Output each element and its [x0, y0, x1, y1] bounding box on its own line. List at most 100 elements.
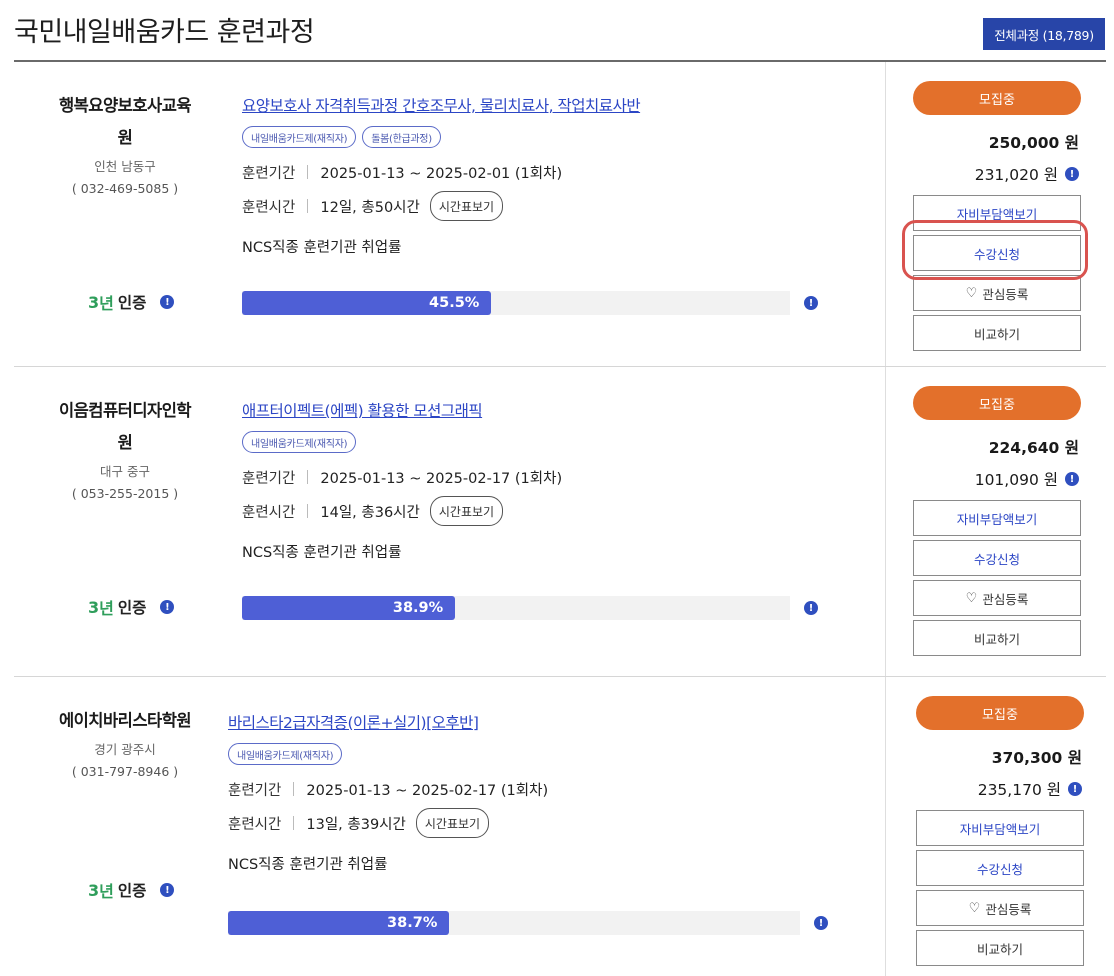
ncs-employment-label: NCS직종 훈련기관 취업률: [242, 240, 402, 256]
employment-rate-bar: 38.7%: [228, 911, 800, 935]
course-title-link[interactable]: 애프터이펙트(에펙) 활용한 모션그래픽: [242, 399, 562, 421]
divider: [293, 782, 295, 796]
ncs-employment-label: NCS직종 훈련기관 취업률: [242, 545, 402, 561]
training-period-row: 훈련기간 2025-01-13 ~ 2025-02-01 (1회차): [242, 162, 640, 182]
course-price: 224,640 원: [988, 439, 1079, 457]
period-value: 2025-01-13 ~ 2025-02-17 (1회차): [320, 470, 563, 487]
training-period-row: 훈련기간 2025-01-13 ~ 2025-02-17 (1회차): [242, 467, 562, 487]
status-recruiting-button[interactable]: 모집중: [913, 386, 1081, 420]
column-divider: [885, 62, 886, 366]
divider: [293, 816, 295, 830]
course-actions: 모집중 370,300 원 235,170 원 ! 자비부담액보기 수강신청 ♡…: [916, 696, 1084, 966]
info-icon[interactable]: !: [1065, 167, 1079, 181]
hours-label: 훈련시간: [242, 504, 296, 521]
column-divider: [885, 677, 886, 976]
compare-button[interactable]: 비교하기: [913, 315, 1081, 351]
info-icon[interactable]: !: [804, 296, 818, 310]
course-price: 370,300 원: [991, 749, 1082, 767]
course-price: 250,000 원: [988, 134, 1079, 152]
heart-icon: ♡: [965, 590, 978, 606]
self-pay-price: 231,020 원 !: [913, 163, 1081, 185]
divider: [307, 504, 309, 518]
institution-location: 대구 중구: [100, 464, 150, 479]
info-icon[interactable]: !: [160, 883, 175, 897]
cert-year: 년: [99, 599, 114, 618]
institution-location: 인천 남동구: [94, 159, 156, 174]
employment-rate-value: 38.7%: [387, 915, 438, 931]
divider: [307, 470, 309, 484]
course-tags: 내일배움카드제(재직자): [242, 431, 562, 453]
ncs-employment-label: NCS직종 훈련기관 취업률: [228, 857, 388, 873]
status-recruiting-button[interactable]: 모집중: [913, 81, 1081, 115]
self-pay-price: 101,090 원 !: [913, 468, 1081, 490]
apply-button[interactable]: 수강신청: [913, 235, 1081, 271]
self-pay-view-button[interactable]: 자비부담액보기: [916, 810, 1084, 846]
hours-label: 훈련시간: [242, 199, 296, 216]
self-pay-view-button[interactable]: 자비부담액보기: [913, 500, 1081, 536]
training-hours-row: 훈련시간 14일, 총36시간 시간표보기: [242, 496, 562, 526]
institution-name: 행복요양보호사교육 원: [40, 90, 210, 154]
info-icon[interactable]: !: [160, 600, 175, 614]
apply-button[interactable]: 수강신청: [913, 540, 1081, 576]
training-hours-row: 훈련시간 12일, 총50시간 시간표보기: [242, 191, 640, 221]
self-pay-view-button[interactable]: 자비부담액보기: [913, 195, 1081, 231]
total-courses-button[interactable]: 전체과정 (18,789): [983, 18, 1105, 50]
info-icon[interactable]: !: [160, 295, 175, 309]
cert-number: 3: [88, 597, 100, 617]
info-icon[interactable]: !: [804, 601, 818, 615]
info-icon[interactable]: !: [1068, 782, 1082, 796]
employment-rate-fill: 38.9%: [242, 596, 456, 620]
timetable-button[interactable]: 시간표보기: [415, 808, 490, 838]
favorite-button[interactable]: ♡ 관심등록: [913, 275, 1081, 311]
certification-badge: 3년 인증 !: [88, 595, 175, 619]
favorite-label: 관심등록: [982, 591, 1029, 607]
certification-badge: 3년 인증 !: [88, 290, 175, 314]
course-tags: 내일배움카드제(재직자) 돌봄(한급과정): [242, 126, 640, 148]
training-hours-row: 훈련시간 13일, 총39시간 시간표보기: [228, 808, 548, 838]
institution-location: 경기 광주시: [94, 742, 156, 757]
course-title-link[interactable]: 요양보호사 자격취득과정 간호조무사, 물리치료사, 작업치료사반: [242, 94, 641, 116]
institution-info: 이음컴퓨터디자인학 원 대구 중구 ( 053-255-2015 ): [40, 395, 210, 501]
self-pay-value: 101,090 원: [974, 471, 1058, 489]
period-label: 훈련기간: [242, 165, 296, 182]
course-card: 이음컴퓨터디자인학 원 대구 중구 ( 053-255-2015 ) 3년 인증…: [14, 367, 1106, 677]
self-pay-value: 235,170 원: [977, 781, 1061, 799]
heart-icon: ♡: [968, 900, 981, 916]
certification-badge: 3년 인증 !: [88, 878, 175, 902]
divider: [307, 199, 309, 213]
info-icon[interactable]: !: [814, 916, 828, 930]
info-icon[interactable]: !: [1065, 472, 1079, 486]
status-recruiting-button[interactable]: 모집중: [916, 696, 1084, 730]
course-tag: 내일배움카드제(재직자): [242, 126, 357, 148]
institution-phone: ( 032-469-5085 ): [71, 181, 179, 196]
timetable-button[interactable]: 시간표보기: [429, 191, 504, 221]
cert-year: 년: [99, 882, 114, 901]
institution-info: 에이치바리스타학원 경기 광주시 ( 031-797-8946 ): [40, 705, 210, 779]
period-value: 2025-01-13 ~ 2025-02-01 (1회차): [320, 165, 563, 182]
course-main: 바리스타2급자격증(이론+실기)[오후반] 내일배움카드제(재직자) 훈련기간 …: [228, 711, 548, 874]
apply-button[interactable]: 수강신청: [916, 850, 1084, 886]
timetable-button[interactable]: 시간표보기: [429, 496, 504, 526]
favorite-label: 관심등록: [982, 286, 1029, 302]
course-title-link[interactable]: 바리스타2급자격증(이론+실기)[오후반]: [228, 711, 548, 733]
compare-button[interactable]: 비교하기: [913, 620, 1081, 656]
favorite-button[interactable]: ♡ 관심등록: [913, 580, 1081, 616]
cert-label: 인증: [117, 882, 147, 900]
compare-button[interactable]: 비교하기: [916, 930, 1084, 966]
favorite-button[interactable]: ♡ 관심등록: [916, 890, 1084, 926]
employment-rate-fill: 38.7%: [228, 911, 450, 935]
institution-name-line2: 원: [117, 433, 133, 452]
course-tag: 돌봄(한급과정): [362, 126, 441, 148]
cert-label: 인증: [117, 599, 147, 617]
employment-rate-bar: 45.5%: [242, 291, 790, 315]
course-card: 행복요양보호사교육 원 인천 남동구 ( 032-469-5085 ) 3년 인…: [14, 62, 1106, 367]
employment-rate-value: 45.5%: [429, 295, 480, 311]
institution-name: 에이치바리스타학원: [40, 705, 210, 737]
cert-number: 3: [88, 880, 100, 900]
hours-value: 13일, 총39시간: [306, 816, 406, 833]
institution-name: 이음컴퓨터디자인학 원: [40, 395, 210, 459]
period-label: 훈련기간: [242, 470, 296, 487]
favorite-label: 관심등록: [985, 901, 1032, 917]
self-pay-value: 231,020 원: [974, 166, 1058, 184]
institution-info: 행복요양보호사교육 원 인천 남동구 ( 032-469-5085 ): [40, 90, 210, 196]
